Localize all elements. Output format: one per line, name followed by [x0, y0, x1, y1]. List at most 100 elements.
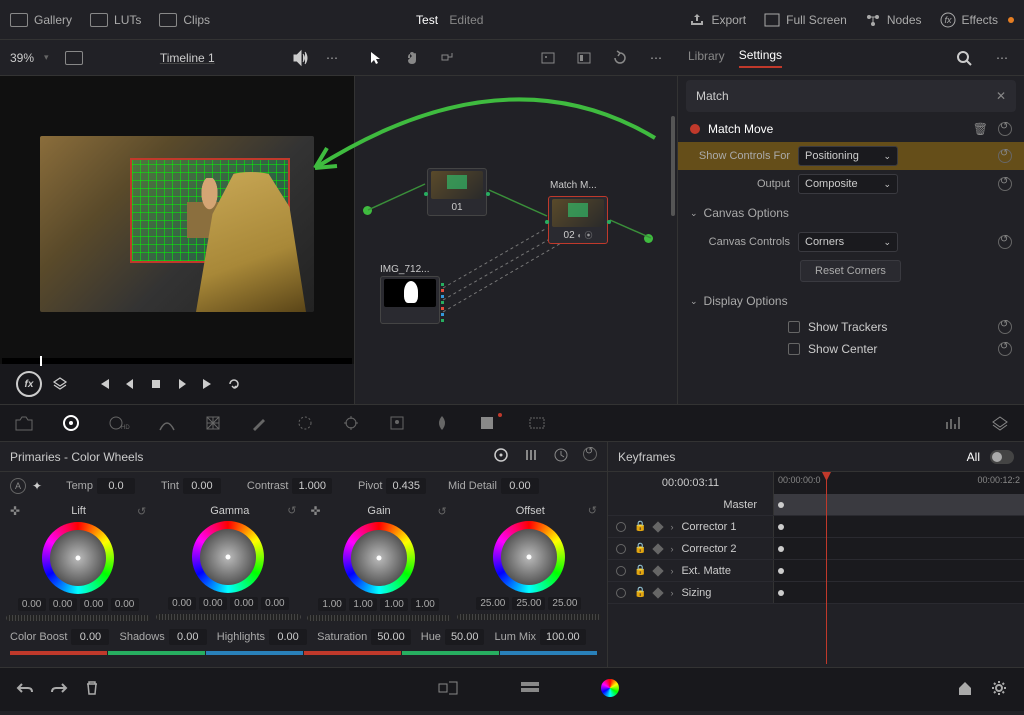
- output-dropdown[interactable]: Composite⌄: [798, 174, 898, 194]
- current-timecode[interactable]: 00:00:03:11: [608, 477, 773, 489]
- play-icon[interactable]: [174, 376, 190, 392]
- undo-icon[interactable]: [16, 680, 34, 699]
- loop-icon[interactable]: [226, 376, 242, 392]
- view-mode-icon[interactable]: [65, 51, 83, 65]
- clips-button[interactable]: Clips: [159, 13, 210, 27]
- keyframe-diamond-icon[interactable]: [653, 543, 664, 554]
- panel-output-anchor[interactable]: [644, 234, 653, 243]
- palette-sizing[interactable]: [528, 414, 546, 432]
- track-enable-icon[interactable]: [616, 588, 626, 598]
- wheel-value[interactable]: 1.00: [349, 598, 377, 611]
- trash-icon[interactable]: 🗑: [973, 122, 988, 136]
- track-ext[interactable]: 🔒 › Ext. Matte: [608, 560, 1024, 582]
- node-01[interactable]: 01: [427, 168, 487, 216]
- display-options-header[interactable]: ⌄Display Options: [678, 286, 1024, 316]
- track-sizing[interactable]: 🔒 › Sizing: [608, 582, 1024, 604]
- wheel-reset-icon[interactable]: ↺: [137, 505, 146, 518]
- wheel-value[interactable]: 1.00: [380, 598, 408, 611]
- node-input-icon[interactable]: [545, 220, 549, 224]
- track-enable-icon[interactable]: [616, 522, 626, 532]
- effect-active-icon[interactable]: [690, 124, 700, 134]
- search-input[interactable]: [696, 89, 996, 103]
- reset-effect-icon[interactable]: [998, 122, 1012, 136]
- gear-icon[interactable]: [990, 679, 1008, 700]
- wheel-slider[interactable]: [457, 614, 601, 620]
- chevron-right-icon[interactable]: ›: [670, 588, 673, 598]
- trash-icon[interactable]: [84, 680, 100, 699]
- reset-param-icon[interactable]: [998, 342, 1012, 356]
- layers-icon[interactable]: [52, 376, 68, 392]
- bars-mode-icon[interactable]: [523, 447, 539, 466]
- track-enable-icon[interactable]: [616, 544, 626, 554]
- reset-param-icon[interactable]: [998, 320, 1012, 334]
- node-output-icon[interactable]: [607, 220, 611, 224]
- color-wheel[interactable]: [42, 522, 114, 594]
- wheel-slider[interactable]: [156, 614, 300, 620]
- palette-window[interactable]: [296, 414, 314, 432]
- redo-icon[interactable]: [50, 680, 68, 699]
- track-enable-icon[interactable]: [616, 566, 626, 576]
- home-icon[interactable]: [956, 679, 974, 700]
- effects-button[interactable]: fxEffects: [940, 12, 1014, 28]
- palette-camera-raw[interactable]: [14, 414, 34, 432]
- node-panel-scrollbar[interactable]: [671, 116, 675, 216]
- wheel-value[interactable]: 0.00: [80, 598, 108, 611]
- wheel-indicator[interactable]: [526, 555, 531, 560]
- panel-input-anchor[interactable]: [363, 206, 372, 215]
- export-button[interactable]: Export: [689, 13, 746, 27]
- wheels-mode-icon[interactable]: [493, 447, 509, 466]
- wheel-reset-icon[interactable]: ↺: [588, 504, 597, 517]
- chevron-right-icon[interactable]: ›: [670, 544, 673, 554]
- reset-param-icon[interactable]: [998, 149, 1012, 163]
- node-options-icon[interactable]: ⋯: [644, 46, 668, 70]
- viewer-scrub-bar[interactable]: [2, 358, 352, 364]
- keyframes-all-label[interactable]: All: [967, 450, 980, 464]
- page-edit-icon[interactable]: [519, 679, 541, 700]
- node-multi-output[interactable]: [441, 283, 444, 322]
- wheel-value[interactable]: 25.00: [512, 597, 545, 610]
- palette-blur[interactable]: [434, 414, 450, 432]
- show-trackers-checkbox[interactable]: [788, 321, 800, 333]
- palette-scopes[interactable]: [944, 414, 962, 432]
- wheel-value[interactable]: 0.00: [261, 597, 289, 610]
- wheel-value[interactable]: 0.00: [111, 598, 139, 611]
- show-center-checkbox[interactable]: [788, 343, 800, 355]
- tab-library[interactable]: Library: [688, 49, 725, 67]
- node-tool-icon[interactable]: [436, 46, 460, 70]
- hand-tool[interactable]: [400, 46, 424, 70]
- palette-magic-mask[interactable]: [388, 414, 406, 432]
- reset-param-icon[interactable]: [998, 177, 1012, 191]
- color-wheel[interactable]: [493, 521, 565, 593]
- tab-settings[interactable]: Settings: [739, 48, 782, 68]
- temp-value[interactable]: 0.0: [97, 478, 135, 494]
- palette-key[interactable]: [478, 414, 500, 432]
- wheel-slider[interactable]: [6, 615, 150, 621]
- chevron-right-icon[interactable]: ›: [670, 522, 673, 532]
- canvas-controls-dropdown[interactable]: Corners⌄: [798, 232, 898, 252]
- keyframe-marker[interactable]: [778, 502, 784, 508]
- palette-tracker[interactable]: [342, 414, 360, 432]
- wheel-indicator[interactable]: [376, 556, 381, 561]
- wheel-value[interactable]: 0.00: [199, 597, 227, 610]
- lock-icon[interactable]: 🔒: [634, 521, 646, 532]
- timeline-name[interactable]: Timeline 1: [93, 51, 282, 65]
- wheel-slider[interactable]: [307, 615, 451, 621]
- keyframe-marker[interactable]: [778, 524, 784, 530]
- first-frame-icon[interactable]: [96, 376, 112, 392]
- gallery-button[interactable]: Gallery: [10, 13, 72, 27]
- refresh-icon[interactable]: [608, 46, 632, 70]
- pivot-value[interactable]: 0.435: [386, 478, 426, 494]
- wheel-value[interactable]: 1.00: [318, 598, 346, 611]
- page-cut-icon[interactable]: [437, 679, 459, 700]
- auto-balance-icon[interactable]: A: [10, 478, 26, 494]
- wheel-reset-icon[interactable]: ↺: [287, 504, 296, 517]
- log-mode-icon[interactable]: [553, 447, 569, 466]
- reset-panel-icon[interactable]: [583, 447, 597, 461]
- lock-icon[interactable]: 🔒: [634, 565, 646, 576]
- lock-icon[interactable]: 🔒: [634, 587, 646, 598]
- node-ext-matte[interactable]: [380, 276, 440, 324]
- palette-warper[interactable]: [204, 414, 222, 432]
- wheel-value[interactable]: 25.00: [548, 597, 581, 610]
- reset-param-icon[interactable]: [998, 235, 1012, 249]
- wheel-value[interactable]: 0.00: [168, 597, 196, 610]
